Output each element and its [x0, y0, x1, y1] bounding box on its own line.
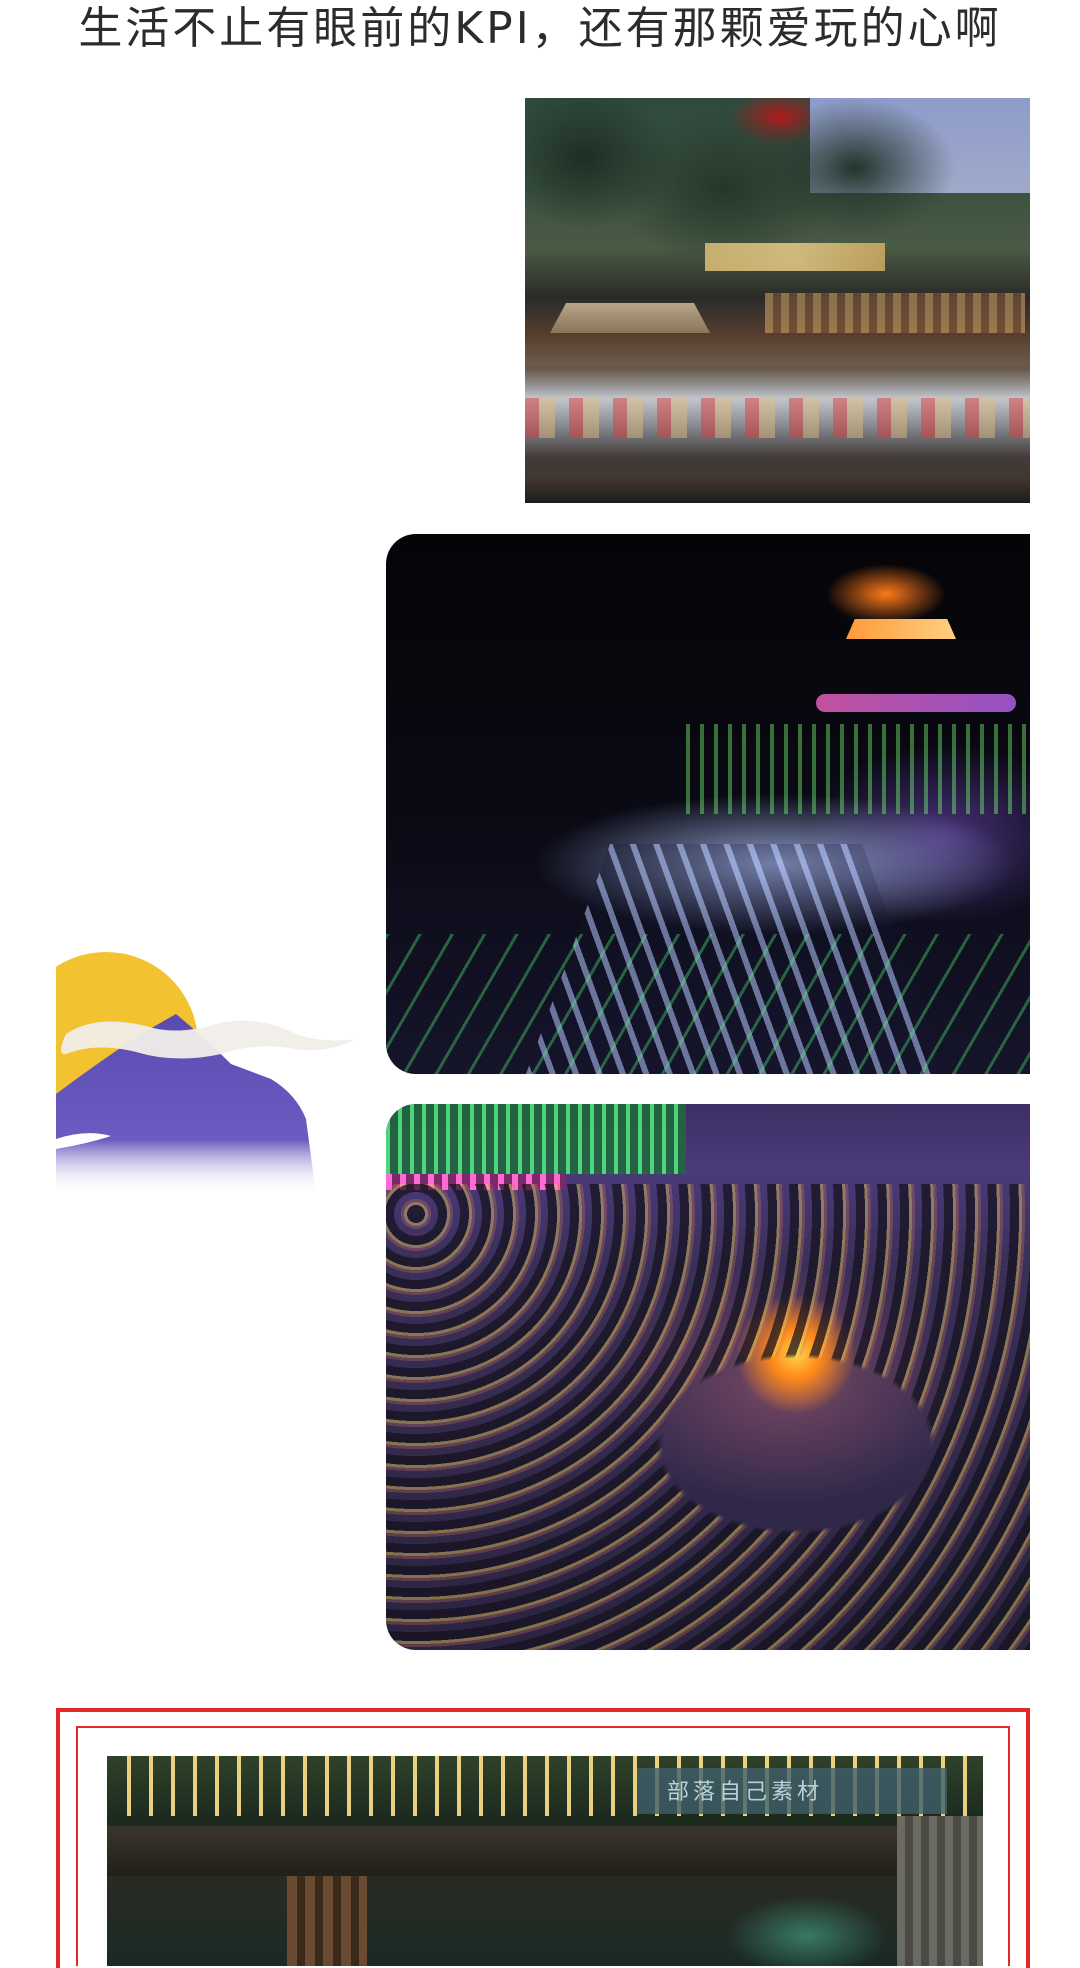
sun-mountain-decoration [56, 952, 356, 1194]
misty-lake-garden-photo [525, 98, 1030, 503]
photo-sign-text: 部落自己素材 [667, 1780, 824, 1805]
photo-lights-row [765, 293, 1025, 333]
night-laser-light-show-photo [386, 534, 1030, 1074]
photo-sparkles [386, 934, 1030, 1074]
string-lights-pavilion-photo: 部落自己素材 [107, 1756, 983, 1966]
photo-green-light-curtain [386, 1104, 686, 1174]
photo-curtain [897, 1816, 983, 1966]
photo-lit-pavilion [846, 619, 956, 639]
bonfire-crowd-photo [386, 1104, 1030, 1650]
photo-lights [705, 243, 885, 271]
photo-crowd [386, 1184, 1030, 1650]
photo-awning [107, 1826, 983, 1876]
photo-tree-trunks [287, 1876, 367, 1966]
photo-path-lights [686, 724, 1030, 814]
photo-pavilion [550, 303, 710, 333]
photo-pink-lights [816, 694, 1016, 712]
photo-reflection [525, 398, 1030, 438]
headline: 生活不止有眼前的KPI，还有那颗爱玩的心啊 [78, 3, 1002, 54]
